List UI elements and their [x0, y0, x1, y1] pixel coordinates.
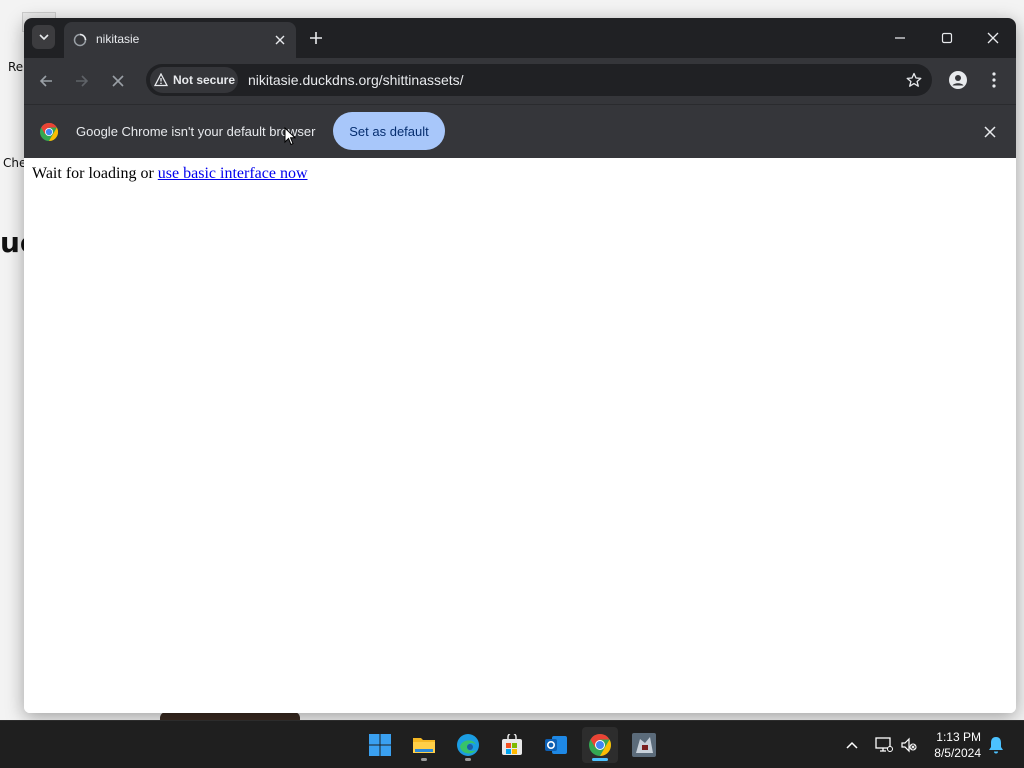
tab-active[interactable]: nikitasie [64, 22, 296, 58]
minimize-icon [895, 37, 905, 39]
game-app-button[interactable] [626, 727, 662, 763]
volume-button[interactable] [899, 735, 919, 755]
kebab-menu-icon [992, 72, 996, 88]
running-indicator [421, 758, 427, 761]
menu-button[interactable] [984, 70, 1004, 90]
maximize-button[interactable] [937, 28, 957, 48]
arrow-left-icon [39, 75, 52, 87]
close-icon [112, 75, 124, 87]
notifications-button[interactable] [986, 735, 1006, 755]
tab-search-button[interactable] [32, 25, 55, 49]
active-indicator [592, 758, 608, 761]
toolbar: Not secure nikitasie.duckdns.org/shittin… [24, 58, 1016, 104]
new-tab-button[interactable] [306, 28, 326, 48]
taskbar-clock[interactable]: 1:13 PM 8/5/2024 [934, 729, 981, 761]
tab-close-button[interactable] [272, 32, 288, 48]
network-icon [875, 737, 893, 752]
tab-title: nikitasie [96, 32, 140, 46]
chrome-taskbar-button[interactable] [582, 727, 618, 763]
clock-date: 8/5/2024 [934, 746, 981, 760]
windows-logo-icon [369, 734, 391, 756]
security-label: Not secure [173, 73, 236, 87]
person-icon [949, 71, 967, 89]
chevron-up-icon [846, 741, 858, 749]
loading-message: Wait for loading or use basic interface … [32, 165, 308, 183]
maximize-icon [941, 32, 953, 44]
outlook-icon [545, 736, 567, 754]
taskbar: 1:13 PM 8/5/2024 [0, 720, 1024, 768]
volume-muted-icon [901, 737, 917, 753]
mouse-cursor-icon [284, 127, 296, 146]
network-button[interactable] [874, 735, 894, 755]
set-as-default-button[interactable]: Set as default [333, 112, 445, 150]
infobar-close-button[interactable] [980, 122, 1000, 142]
loading-favicon-icon [73, 33, 87, 47]
default-browser-infobar: Google Chrome isn't your default browser… [24, 104, 1016, 158]
warning-icon [154, 73, 168, 87]
game-app-icon [632, 733, 656, 757]
stop-loading-button[interactable] [107, 70, 129, 92]
back-button[interactable] [35, 70, 57, 92]
show-hidden-icons-button[interactable] [842, 735, 862, 755]
edge-icon [457, 734, 479, 756]
infobar-message: Google Chrome isn't your default browser [76, 124, 316, 139]
running-indicator [465, 758, 471, 761]
tab-strip: nikitasie [24, 18, 1016, 58]
desktop-label-fragment: Re [8, 60, 24, 74]
arrow-right-icon [76, 75, 89, 87]
chevron-down-icon [38, 34, 49, 41]
bell-icon [989, 737, 1003, 754]
security-chip[interactable]: Not secure [150, 67, 238, 93]
chrome-logo-icon [40, 123, 58, 141]
start-button[interactable] [362, 727, 398, 763]
close-icon [275, 35, 285, 45]
outlook-button[interactable] [538, 727, 574, 763]
close-icon [987, 32, 999, 44]
close-window-button[interactable] [983, 28, 1003, 48]
desktop-label-fragment: Che [3, 156, 27, 170]
profile-button[interactable] [948, 70, 968, 90]
folder-icon [413, 738, 435, 753]
address-bar[interactable]: Not secure nikitasie.duckdns.org/shittin… [146, 64, 932, 96]
basic-interface-link[interactable]: use basic interface now [158, 165, 308, 182]
store-icon [502, 734, 522, 755]
forward-button[interactable] [71, 70, 93, 92]
close-icon [984, 126, 996, 138]
browser-window: nikitasie Not secure nikitasie.duckdns.o… [24, 18, 1016, 713]
chrome-icon [589, 734, 611, 756]
url-text[interactable]: nikitasie.duckdns.org/shittinassets/ [248, 72, 464, 88]
microsoft-store-button[interactable] [494, 727, 530, 763]
minimize-button[interactable] [890, 28, 910, 48]
file-explorer-button[interactable] [406, 727, 442, 763]
bookmark-button[interactable] [904, 70, 924, 90]
loading-text: Wait for loading or [32, 165, 158, 182]
edge-button[interactable] [450, 727, 486, 763]
clock-time: 1:13 PM [936, 730, 981, 744]
star-icon [906, 72, 922, 87]
page-content: Wait for loading or use basic interface … [24, 158, 1016, 713]
plus-icon [310, 32, 322, 44]
